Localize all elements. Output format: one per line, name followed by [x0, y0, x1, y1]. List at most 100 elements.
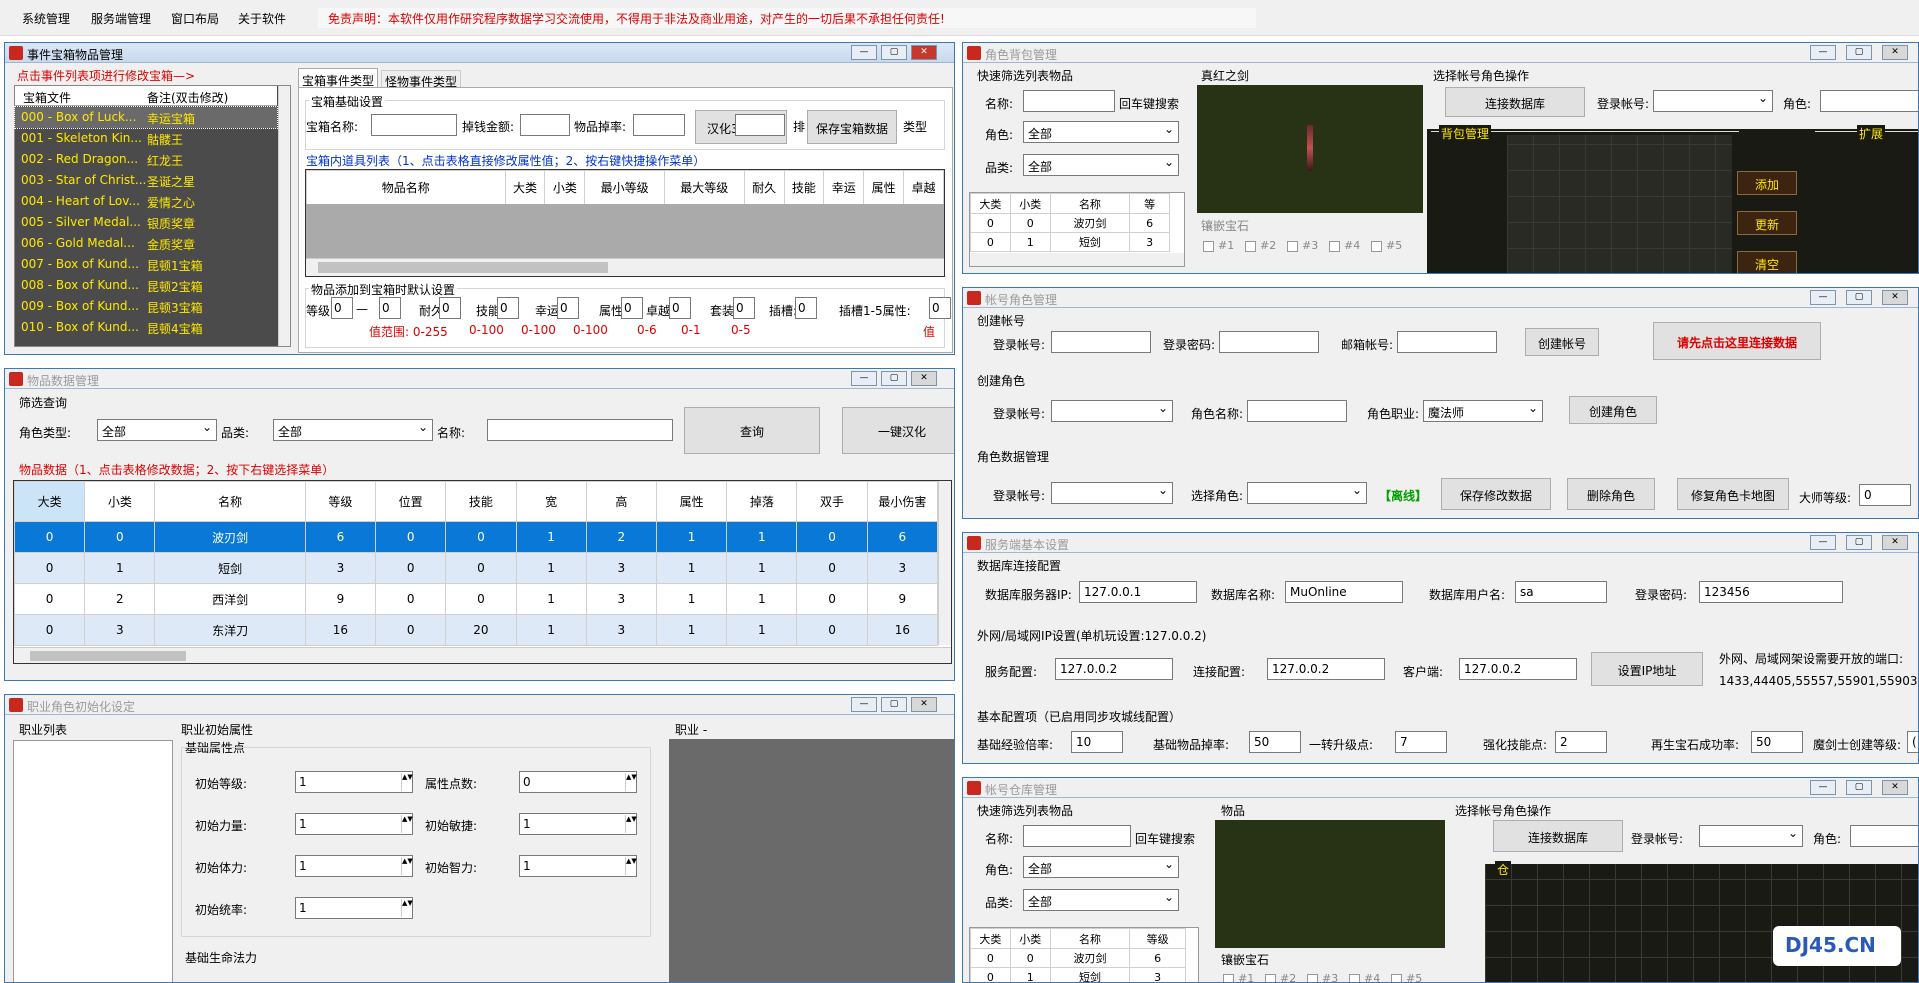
table-cell[interactable]: 6 [1129, 948, 1186, 968]
chest-rate-input[interactable] [633, 114, 685, 136]
bag-clear-button[interactable]: 清空 [1737, 251, 1797, 273]
minimize-icon[interactable]: — [1810, 780, 1836, 795]
table-cell[interactable]: 0 [375, 614, 447, 646]
spin-icon[interactable]: ▲▼ [401, 815, 413, 833]
table-cell[interactable]: 6 [866, 521, 939, 553]
col-chest-file[interactable]: 宝箱文件 [23, 89, 71, 106]
bag-role-select[interactable]: 全部 [1023, 121, 1179, 143]
default-input[interactable]: 0 [331, 297, 353, 319]
list-item[interactable]: 009 - Box of Kund... 昆顿3宝箱 [15, 296, 277, 317]
wh-cat-select[interactable]: 全部 [1023, 889, 1179, 911]
conn-config-input[interactable]: 127.0.0.2 [1267, 658, 1385, 680]
table-cell[interactable]: 2 [84, 583, 156, 615]
slot-checkbox[interactable] [1287, 241, 1298, 252]
job-field-input[interactable]: 1 ▲▼ [295, 897, 413, 919]
table-cell[interactable]: 短剑 [154, 552, 306, 584]
close-icon[interactable]: ✕ [911, 45, 937, 60]
connect-db-hint-button[interactable]: 请先点击这里连接数据 [1653, 322, 1821, 360]
menu-server[interactable]: 服务端管理 [91, 10, 151, 27]
set-ip-button[interactable]: 设置IP地址 [1591, 652, 1703, 686]
table-row[interactable]: 0 2 西洋剑 9 0 0 1 3 1 1 0 9 [13, 583, 939, 615]
client-config-input[interactable]: 127.0.0.2 [1459, 658, 1577, 680]
select-role-select[interactable] [1247, 482, 1367, 504]
acc-login-input[interactable] [1051, 331, 1151, 353]
bag-connect-button[interactable]: 连接数据库 [1445, 87, 1585, 117]
list-item[interactable]: 005 - Silver Medal... 银质奖章 [15, 212, 277, 233]
table-cell[interactable]: 1 [515, 583, 587, 615]
delete-role-button[interactable]: 删除角色 [1567, 478, 1655, 510]
table-cell[interactable]: 20 [445, 614, 517, 646]
db-pwd-input[interactable]: 123456 [1699, 581, 1843, 603]
column-header[interactable]: 等 [1129, 193, 1170, 214]
config-input[interactable]: 2 [1555, 731, 1607, 753]
table-row[interactable]: 0 0 波刃剑 6 [970, 948, 1186, 968]
column-header[interactable]: 位置 [375, 481, 447, 522]
default-input[interactable]: 0 [929, 297, 951, 319]
table-cell[interactable]: 0 [970, 213, 1011, 233]
table-cell[interactable]: 0 [796, 521, 868, 553]
table-cell[interactable]: 0 [13, 583, 86, 615]
table-cell[interactable]: 波刃剑 [1049, 948, 1131, 968]
default-input[interactable]: 0 [557, 297, 579, 319]
close-icon[interactable]: ✕ [1882, 45, 1908, 60]
list-item[interactable]: 006 - Gold Medal... 金质奖章 [15, 233, 277, 254]
list-item[interactable]: 008 - Box of Kund... 昆顿2宝箱 [15, 275, 277, 296]
table-cell[interactable]: 1 [84, 552, 156, 584]
table-cell[interactable]: 1 [655, 552, 728, 584]
item-query-button[interactable]: 查询 [684, 407, 820, 454]
minimize-icon[interactable]: — [851, 697, 877, 712]
save-role-button[interactable]: 保存修改数据 [1441, 478, 1551, 510]
column-header[interactable]: 名称 [1049, 193, 1131, 214]
column-header[interactable]: 物品名称 [306, 170, 506, 205]
table-cell[interactable]: 1 [515, 521, 587, 553]
minimize-icon[interactable]: — [851, 371, 877, 386]
spin-icon[interactable]: ▲▼ [625, 857, 637, 875]
column-header[interactable]: 大类 [13, 481, 86, 522]
table-cell[interactable]: 0 [970, 948, 1011, 968]
menu-system[interactable]: 系统管理 [22, 10, 70, 27]
table-cell[interactable]: 1 [726, 614, 798, 646]
list-item[interactable]: 002 - Red Dragon... 红龙王 [15, 149, 277, 170]
table-cell[interactable]: 1 [515, 614, 587, 646]
spin-icon[interactable]: ▲▼ [401, 857, 413, 875]
config-input[interactable]: ( [1907, 731, 1918, 753]
column-header[interactable]: 幸运 [823, 170, 865, 205]
table-cell[interactable]: 2 [585, 521, 657, 553]
table-cell[interactable]: 3 [585, 614, 657, 646]
chest-items-hscroll[interactable] [306, 258, 944, 276]
maximize-icon[interactable]: ▢ [1846, 45, 1872, 60]
db-ip-input[interactable]: 127.0.0.1 [1079, 581, 1197, 603]
bag-table-hscroll[interactable] [970, 253, 1184, 266]
table-cell[interactable]: 0 [13, 521, 86, 553]
minimize-icon[interactable]: — [1810, 290, 1836, 305]
table-cell[interactable]: 0 [796, 583, 868, 615]
table-cell[interactable]: 0 [84, 521, 156, 553]
job-field-input[interactable]: 1 ▲▼ [295, 855, 413, 877]
table-cell[interactable]: 0 [445, 521, 517, 553]
column-header[interactable]: 名称 [154, 481, 306, 522]
close-icon[interactable]: ✕ [1882, 780, 1908, 795]
close-icon[interactable]: ✕ [1882, 290, 1908, 305]
db-name-input[interactable]: MuOnline [1285, 581, 1403, 603]
bag-role2-input[interactable] [1820, 90, 1918, 112]
column-header[interactable]: 等级 [304, 481, 377, 522]
slot-checkbox[interactable] [1329, 241, 1340, 252]
chest-hanhua-input[interactable] [735, 114, 785, 136]
table-cell[interactable]: 3 [585, 583, 657, 615]
table-cell[interactable]: 0 [796, 614, 868, 646]
table-cell[interactable]: 西洋剑 [154, 583, 306, 615]
spin-icon[interactable]: ▲▼ [625, 773, 637, 791]
chest-list-scrollbar[interactable] [278, 86, 290, 346]
default-input[interactable]: 0 [497, 297, 519, 319]
save-chest-button[interactable]: 保存宝箱数据 [807, 110, 897, 144]
column-header[interactable]: 掉落 [726, 481, 798, 522]
table-cell[interactable]: 0 [1009, 948, 1051, 968]
data-login-select[interactable] [1051, 482, 1173, 504]
table-cell[interactable]: 0 [375, 583, 447, 615]
table-cell[interactable]: 3 [585, 552, 657, 584]
column-header[interactable]: 双手 [796, 481, 868, 522]
default-input[interactable]: 0 [379, 297, 401, 319]
slot-checkbox[interactable] [1307, 974, 1318, 982]
column-header[interactable]: 名称 [1049, 928, 1131, 949]
maximize-icon[interactable]: ▢ [881, 697, 907, 712]
